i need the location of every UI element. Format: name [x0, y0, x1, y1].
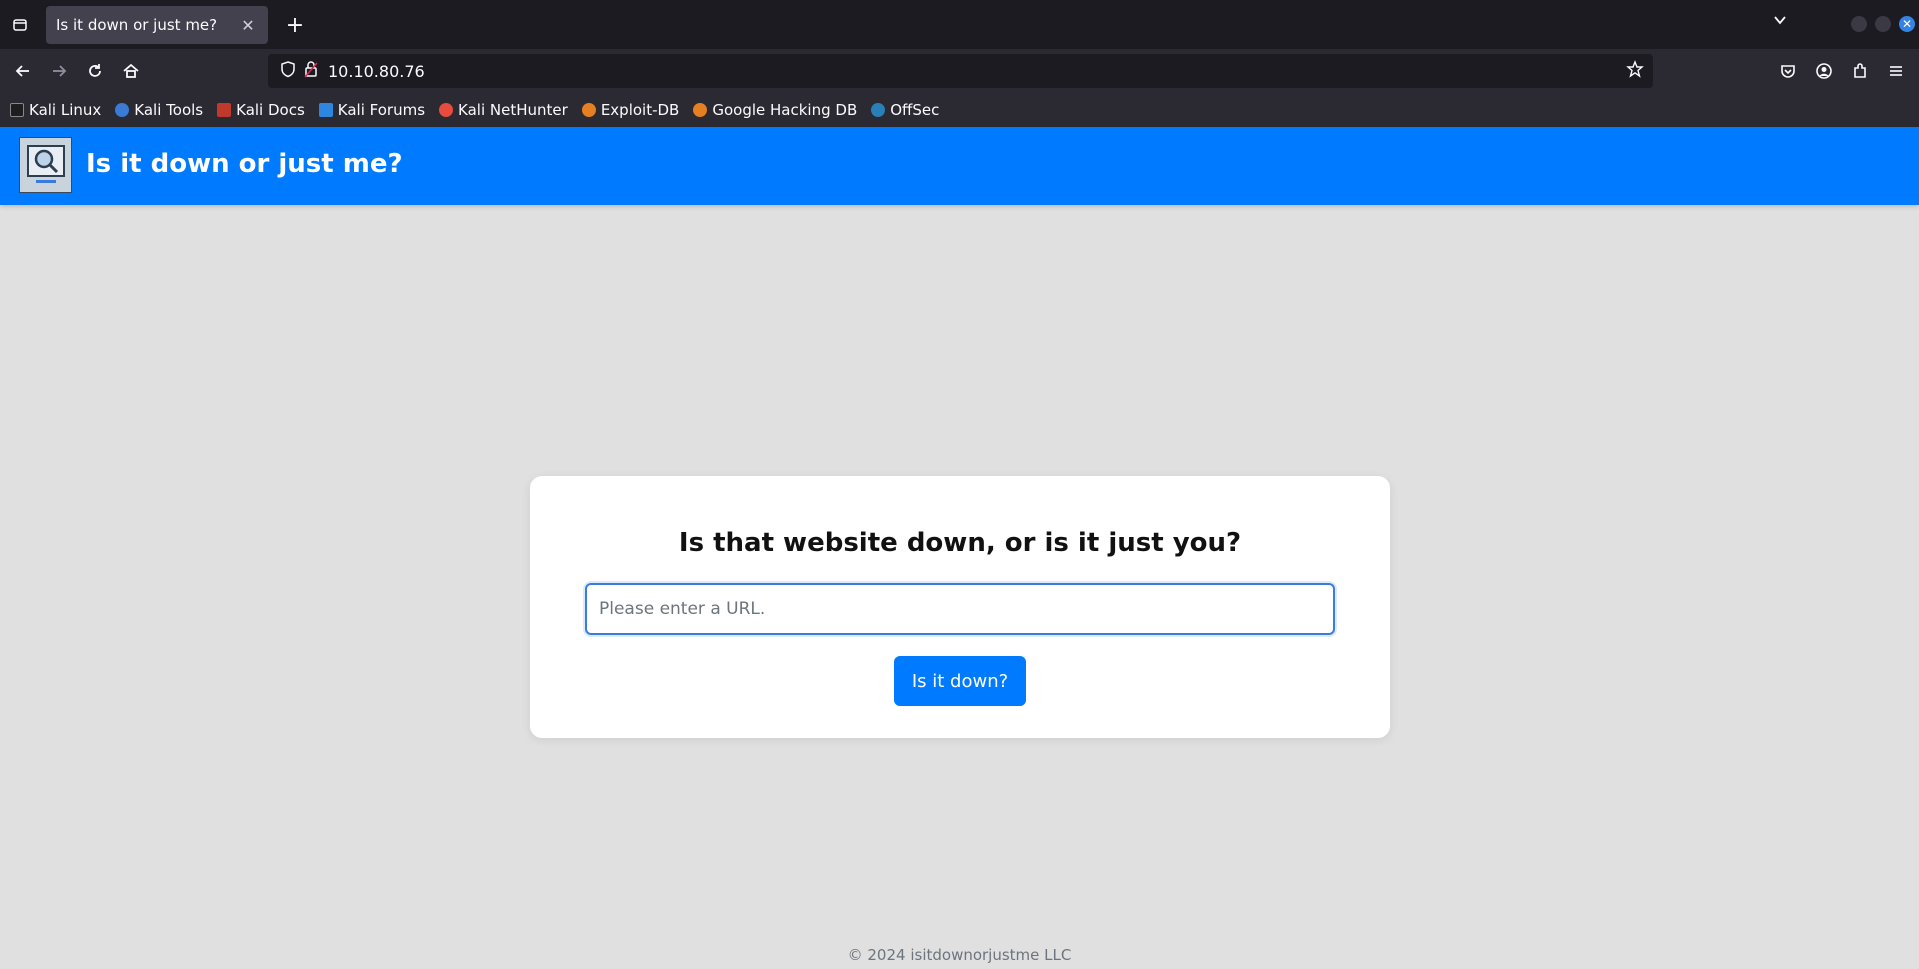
kali-forums-icon	[318, 103, 333, 117]
address-bar[interactable]: 10.10.80.76	[268, 54, 1653, 88]
new-tab-icon[interactable]: +	[280, 10, 310, 40]
pocket-icon[interactable]	[1776, 59, 1800, 83]
bookmark-kali-docs[interactable]: Kali Docs	[217, 101, 305, 119]
ghdb-icon	[693, 103, 708, 117]
maximize-window-button[interactable]	[1875, 16, 1891, 32]
insecure-lock-icon[interactable]	[304, 60, 318, 82]
site-title[interactable]: Is it down or just me?	[86, 149, 403, 179]
url-input[interactable]	[585, 583, 1335, 635]
magnifier-monitor-icon	[26, 145, 65, 183]
url-text: 10.10.80.76	[328, 62, 425, 81]
bookmark-label: Kali Docs	[236, 101, 305, 119]
minimize-window-button[interactable]	[1851, 16, 1867, 32]
bookmark-label: Google Hacking DB	[712, 101, 858, 119]
bookmark-label: Kali NetHunter	[458, 101, 568, 119]
bookmark-label: OffSec	[890, 101, 940, 119]
bookmark-exploit-db[interactable]: Exploit-DB	[581, 101, 680, 119]
card-heading: Is that website down, or is it just you?	[678, 528, 1242, 558]
chevron-down-icon[interactable]	[1773, 12, 1787, 31]
back-arrow-icon[interactable]	[11, 59, 35, 83]
site-header: Is it down or just me?	[0, 127, 1919, 205]
active-tab[interactable]: Is it down or just me? ✕	[46, 6, 268, 44]
offsec-icon	[871, 103, 886, 117]
site-logo	[19, 137, 72, 193]
bookmark-google-hacking-db[interactable]: Google Hacking DB	[693, 101, 857, 119]
footer-copyright: © 2024 isitdownorjustme LLC	[847, 946, 1072, 964]
navigation-toolbar: 10.10.80.76	[0, 49, 1919, 93]
extensions-icon[interactable]	[1848, 59, 1872, 83]
bookmark-kali-linux[interactable]: Kali Linux	[10, 101, 101, 119]
shield-icon[interactable]	[280, 60, 296, 82]
forward-arrow-icon[interactable]	[47, 59, 71, 83]
bookmark-offsec[interactable]: OffSec	[871, 101, 939, 119]
close-window-button[interactable]: ✕	[1899, 16, 1915, 32]
bookmark-label: Kali Forums	[337, 101, 426, 119]
kali-tools-icon	[115, 103, 130, 117]
bookmark-star-icon[interactable]	[1626, 60, 1644, 82]
bookmark-kali-forums[interactable]: Kali Forums	[318, 101, 426, 119]
bookmark-kali-nethunter[interactable]: Kali NetHunter	[439, 101, 568, 119]
menu-icon[interactable]	[1884, 59, 1908, 83]
bookmark-label: Exploit-DB	[600, 101, 680, 119]
bookmark-label: Kali Tools	[134, 101, 204, 119]
firefox-view-icon[interactable]	[0, 0, 40, 49]
kali-nethunter-icon	[439, 103, 454, 117]
check-card: Is that website down, or is it just you?…	[530, 476, 1390, 738]
close-tab-icon[interactable]: ✕	[238, 16, 258, 35]
bookmarks-toolbar: Kali Linux Kali Tools Kali Docs Kali For…	[0, 93, 1919, 127]
bookmark-kali-tools[interactable]: Kali Tools	[115, 101, 203, 119]
reload-icon[interactable]	[83, 59, 107, 83]
kali-docs-icon	[217, 103, 232, 117]
bookmark-label: Kali Linux	[29, 101, 102, 119]
exploit-db-icon	[581, 103, 596, 117]
is-it-down-button[interactable]: Is it down?	[894, 656, 1026, 706]
tab-bar: Is it down or just me? ✕ + ✕	[0, 0, 1919, 49]
kali-dragon-icon	[10, 103, 24, 117]
home-icon[interactable]	[119, 59, 143, 83]
tab-title: Is it down or just me?	[56, 16, 218, 34]
account-icon[interactable]	[1812, 59, 1836, 83]
